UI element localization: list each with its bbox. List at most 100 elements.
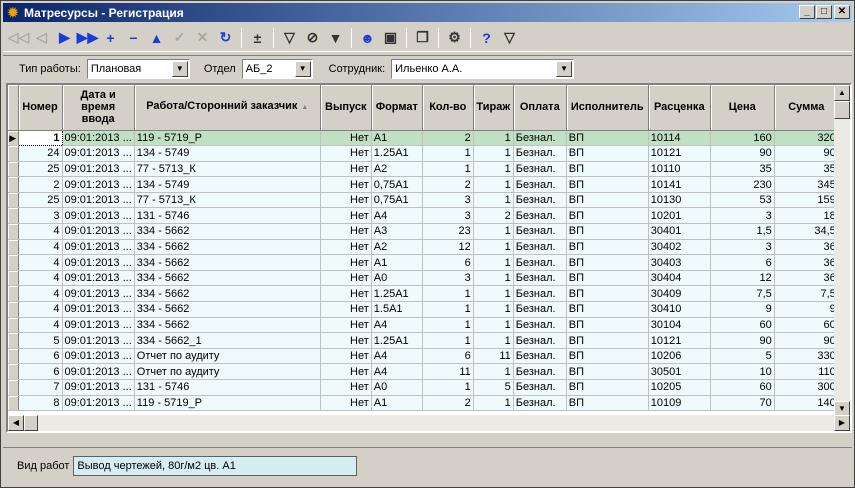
table-cell[interactable]: 23 — [422, 223, 474, 240]
refresh-icon[interactable]: ↻ — [214, 27, 237, 49]
table-cell[interactable]: 300 — [774, 379, 839, 396]
maximize-button[interactable]: □ — [816, 5, 832, 19]
table-cell[interactable]: 30409 — [648, 285, 711, 303]
row-indicator[interactable] — [8, 270, 19, 287]
column-header[interactable]: Номер — [18, 85, 63, 131]
table-cell[interactable]: 2 — [422, 176, 474, 193]
table-cell[interactable]: 6 — [710, 254, 775, 271]
table-row[interactable]: 25 09:01:2013 ... 77 - 5713_К Нет А2 1 1 Безнал… — [8, 161, 839, 178]
filter2-icon[interactable]: ▽ — [498, 27, 521, 49]
table-cell[interactable]: 4 — [18, 239, 63, 256]
table-cell[interactable]: 1 — [473, 332, 514, 349]
table-cell[interactable]: Нет — [320, 270, 372, 287]
table-cell[interactable]: 90 — [774, 145, 839, 162]
table-cell[interactable]: Нет — [320, 395, 372, 412]
table-cell[interactable]: Безнал. — [513, 332, 567, 349]
table-cell[interactable]: 1 — [473, 130, 514, 147]
table-cell[interactable]: 1 — [422, 379, 474, 396]
table-cell[interactable]: 1.25А1 — [371, 145, 423, 162]
column-header[interactable]: Цена — [710, 85, 775, 131]
table-cell[interactable]: 53 — [710, 192, 775, 209]
table-cell[interactable]: 131 - 5746 — [134, 379, 321, 396]
table-cell[interactable]: 30104 — [648, 317, 711, 334]
table-row[interactable]: 6 09:01:2013 ... Отчет по аудиту Нет А4 6 11 Бе… — [8, 348, 839, 365]
table-cell[interactable]: А2 — [371, 239, 423, 256]
table-cell[interactable]: ВП — [566, 145, 649, 162]
vertical-scrollbar[interactable]: ▲ ▼ — [834, 85, 850, 417]
table-cell[interactable]: 09:01:2013 ... — [62, 332, 135, 349]
row-indicator[interactable] — [8, 317, 19, 334]
table-cell[interactable]: 77 - 5713_К — [134, 192, 321, 209]
table-cell[interactable]: Нет — [320, 254, 372, 271]
table-cell[interactable]: Нет — [320, 130, 372, 147]
table-cell[interactable]: 12 — [422, 239, 474, 256]
row-indicator[interactable]: ▶ — [8, 130, 19, 147]
table-cell[interactable]: ВП — [566, 130, 649, 147]
table-cell[interactable]: 1 — [422, 145, 474, 162]
table-cell[interactable]: 70 — [710, 395, 775, 412]
table-cell[interactable]: 10 — [710, 363, 775, 380]
column-header[interactable]: Исполнитель — [566, 85, 649, 131]
table-cell[interactable]: ВП — [566, 332, 649, 349]
row-indicator[interactable] — [8, 348, 19, 365]
table-row[interactable]: 3 09:01:2013 ... 131 - 5746 Нет А4 3 2 Безнал. В… — [8, 207, 839, 225]
table-cell[interactable]: А0 — [371, 270, 423, 287]
table-cell[interactable]: 11 — [422, 363, 474, 380]
table-cell[interactable]: 1.25А1 — [371, 285, 423, 303]
table-cell[interactable]: 5 — [710, 348, 775, 365]
table-cell[interactable]: 1 — [17, 129, 63, 147]
table-cell[interactable]: Нет — [320, 317, 372, 334]
table-cell[interactable]: Безнал. — [513, 363, 567, 380]
filter-edit-icon[interactable]: ▼ — [324, 27, 347, 49]
table-cell[interactable]: 1 — [473, 176, 514, 193]
table-cell[interactable]: 1 — [422, 285, 474, 303]
table-cell[interactable]: 90 — [774, 332, 839, 349]
table-cell[interactable]: 12 — [710, 270, 775, 287]
table-cell[interactable]: 119 - 5719_Р — [134, 130, 321, 147]
table-cell[interactable]: 6 — [18, 363, 63, 380]
table-cell[interactable]: 4 — [18, 254, 63, 271]
table-cell[interactable]: 09:01:2013 ... — [62, 207, 135, 225]
table-cell[interactable]: 6 — [422, 254, 474, 271]
table-cell[interactable]: 4 — [18, 270, 63, 287]
employee-select[interactable]: Ильенко А.А. ▼ — [391, 58, 575, 79]
table-cell[interactable]: 0,75А1 — [371, 176, 423, 193]
table-cell[interactable]: Отчет по аудиту — [134, 363, 321, 380]
table-cell[interactable]: ВП — [566, 161, 649, 178]
table-cell[interactable]: Отчет по аудиту — [134, 348, 321, 365]
table-cell[interactable]: Безнал. — [513, 239, 567, 256]
table-cell[interactable]: ВП — [566, 254, 649, 271]
horizontal-scroll-thumb[interactable] — [24, 415, 38, 431]
insert-row-icon[interactable]: ± — [246, 27, 269, 49]
table-cell[interactable]: ВП — [566, 239, 649, 256]
first-record-icon[interactable]: ◁◁ — [7, 27, 30, 49]
column-header[interactable]: Оплата — [513, 85, 567, 131]
table-cell[interactable]: 9 — [710, 301, 775, 318]
table-cell[interactable]: Безнал. — [513, 317, 567, 334]
table-cell[interactable]: 35 — [710, 161, 775, 178]
table-cell[interactable]: 36 — [774, 270, 839, 287]
add-record-icon[interactable]: + — [99, 27, 122, 49]
prev-record-icon[interactable]: ◁ — [30, 27, 53, 49]
table-row[interactable]: 4 09:01:2013 ... 334 - 5662 Нет А4 1 1 Безнал. В… — [8, 317, 839, 334]
table-cell[interactable]: 2 — [422, 130, 474, 147]
table-cell[interactable]: 30403 — [648, 254, 711, 271]
table-cell[interactable]: 11 — [473, 348, 514, 365]
table-cell[interactable]: 09:01:2013 ... — [62, 395, 135, 412]
table-cell[interactable]: 30410 — [648, 301, 711, 318]
row-indicator[interactable] — [8, 363, 19, 380]
table-cell[interactable]: Безнал. — [513, 301, 567, 318]
table-cell[interactable]: 6 — [18, 348, 63, 365]
table-cell[interactable]: ВП — [566, 270, 649, 287]
table-cell[interactable]: 09:01:2013 ... — [62, 239, 135, 256]
table-row[interactable]: ▶ 1 09:01:2013 ... 119 - 5719_Р Нет А1 2 1 Безна… — [8, 129, 839, 147]
table-cell[interactable]: 09:01:2013 ... — [62, 285, 135, 303]
close-button[interactable]: ✕ — [834, 5, 850, 19]
row-indicator[interactable] — [8, 395, 19, 412]
column-header[interactable]: Кол-во — [422, 85, 474, 131]
table-cell[interactable]: 4 — [18, 285, 63, 303]
table-cell[interactable]: 110 — [774, 363, 839, 380]
table-row[interactable]: 25 09:01:2013 ... 77 - 5713_К Нет 0,75А1 3 1 Бе… — [8, 192, 839, 209]
column-header[interactable]: Формат — [371, 85, 423, 131]
table-row[interactable]: 4 09:01:2013 ... 334 - 5662 Нет А3 23 1 Безнал.… — [8, 223, 839, 240]
